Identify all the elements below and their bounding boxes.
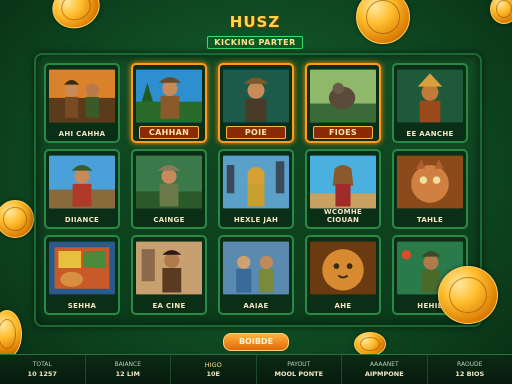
tile-label: SEHHA [67,302,97,310]
tile-label: CAINGE [153,216,185,224]
stat-balance: BAIANCE 12 LIM [86,355,171,384]
game-tile-2[interactable]: CAHHAN [131,63,207,143]
gold-coin-bottom-left [0,310,22,358]
game-tile-12[interactable]: EA CINE [131,235,207,315]
stat-value: 12 BIOS [455,370,485,378]
tile-art-8 [223,154,289,210]
status-bar: TOTAL 10 1257 BAIANCE 12 LIM HIGO 10E PA… [0,354,512,384]
tile-art-13 [223,240,289,296]
game-grid-panel: AHI CAHHA CAHHAN POIE FIOES EE AANCHE DI… [34,53,482,327]
game-tile-6[interactable]: DIIANCE [44,149,120,229]
tile-art-7 [136,154,202,210]
tile-art-1 [49,68,115,124]
tile-label: HEXLE JAH [233,216,279,224]
play-button[interactable]: BOIBDE [223,333,289,351]
tile-art-6 [49,154,115,210]
game-tile-4[interactable]: FIOES [305,63,381,143]
tile-art-11 [49,240,115,296]
game-tile-5[interactable]: EE AANCHE [392,63,468,143]
tile-label: POIE [226,126,286,139]
gold-coin-corner [490,0,512,24]
stat-label: HIGO [204,361,222,369]
stat-value: 10E [206,370,221,378]
stat-value: 10 1257 [27,370,57,378]
tile-art-14 [310,240,376,296]
game-logo: HUSZ KICKING PARTER [198,14,312,50]
tile-art-5 [397,68,463,124]
tile-label: AAIAE [243,302,269,310]
tile-label: EA CINE [152,302,186,310]
stat-total: TOTAL 10 1257 [0,355,86,384]
gold-coin-left [0,200,34,238]
game-tile-9[interactable]: WCOMHE CIOUAN [305,149,381,229]
game-tile-13[interactable]: AAIAE [218,235,294,315]
stat-rounds: RAOUDE 12 BIOS [428,355,512,384]
tile-art-10 [397,154,463,210]
tile-art-9 [310,154,376,210]
game-tile-1[interactable]: AHI CAHHA [44,63,120,143]
stat-label: PAYOUT [287,361,311,368]
tile-art-3 [223,68,289,124]
tile-label: AHI CAHHA [58,130,106,138]
stat-label: RAOUDE [457,361,483,368]
stat-center: HIGO 10E [171,355,257,384]
game-tile-10[interactable]: TAHLE [392,149,468,229]
stat-value: AIPMPONE [364,370,404,378]
game-tile-7[interactable]: CAINGE [131,149,207,229]
tile-label: DIIANCE [64,216,100,224]
stat-value: MOOL PONTE [274,370,324,378]
tile-label: EE AANCHE [406,130,454,138]
logo-subtitle: KICKING PARTER [207,36,303,49]
game-tile-8[interactable]: HEXLE JAH [218,149,294,229]
logo-title: HUSZ [229,13,281,31]
tile-label: AHE [334,302,352,310]
stat-label: TOTAL [32,361,52,368]
tile-label: CAHHAN [139,126,199,139]
stat-amount: AAAANET AIPMPONE [342,355,428,384]
stat-payout: PAYOUT MOOL PONTE [257,355,342,384]
gold-coin-top-left [46,0,106,35]
stat-label: BAIANCE [114,361,142,368]
stat-value: 12 LIM [115,370,140,378]
tile-label: WCOMHE CIOUAN [323,208,363,224]
stat-label: AAAANET [369,361,399,368]
tile-label: FIOES [313,126,373,139]
tile-art-4 [310,68,376,124]
tile-art-12 [136,240,202,296]
tile-label: TAHLE [416,216,444,224]
tile-art-2 [136,68,202,124]
game-grid: AHI CAHHA CAHHAN POIE FIOES EE AANCHE DI… [44,63,468,315]
gold-coin-top-right [356,0,410,44]
gold-coin-bottom [354,332,386,356]
gold-coin-right [438,266,498,324]
game-tile-14[interactable]: AHE [305,235,381,315]
game-tile-3[interactable]: POIE [218,63,294,143]
game-tile-11[interactable]: SEHHA [44,235,120,315]
